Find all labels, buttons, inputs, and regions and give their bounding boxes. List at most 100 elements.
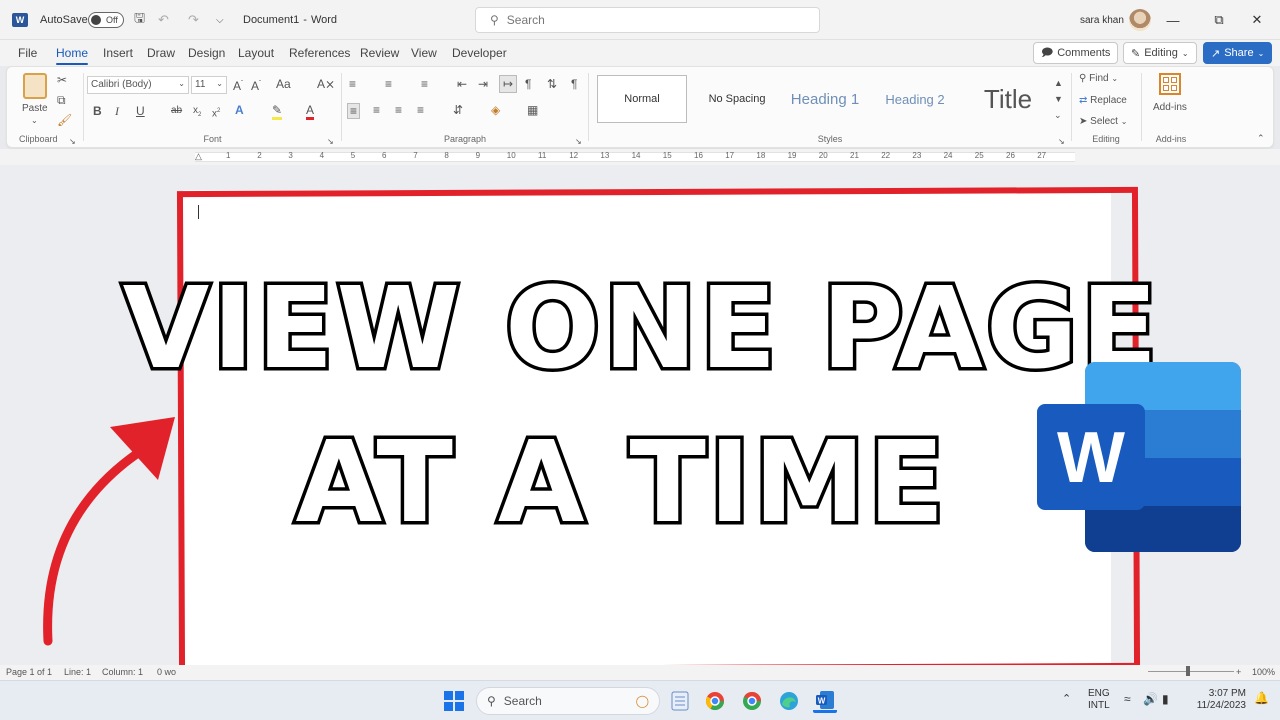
replace-button[interactable]: ⇄ Replace <box>1079 94 1127 108</box>
font-size-select[interactable]: 11 ⌄ <box>191 76 227 94</box>
wifi-icon[interactable]: ≈ <box>1124 693 1131 705</box>
style-heading-1[interactable]: Heading 1 <box>783 75 867 123</box>
chevron-down-icon[interactable]: ⌄ <box>31 114 38 128</box>
style-no-spacing[interactable]: No Spacing <box>695 75 779 123</box>
tab-references[interactable]: References <box>289 46 350 60</box>
grow-font-icon[interactable]: Aˆ <box>233 77 243 93</box>
avatar[interactable] <box>1129 0 1151 40</box>
zoom-slider[interactable] <box>1148 671 1234 672</box>
autosave-toggle[interactable]: Off <box>88 0 124 40</box>
volume-icon[interactable]: 🔊 <box>1143 693 1158 705</box>
styles-scroll-icon[interactable]: ▲ ▼ ⌄ <box>1054 75 1063 123</box>
task-view-icon[interactable] <box>668 689 692 713</box>
sort-icon[interactable]: ⇅ <box>547 77 557 91</box>
style-normal[interactable]: Normal <box>597 75 687 123</box>
comments-button[interactable]: 🗩 Comments <box>1033 42 1119 64</box>
shrink-font-icon[interactable]: Aˇ <box>251 77 261 93</box>
decrease-indent-icon[interactable]: ⇤ <box>457 77 467 91</box>
subscript-icon[interactable]: x2 <box>193 104 201 122</box>
windows-start-icon[interactable] <box>442 689 466 713</box>
italic-icon[interactable]: I <box>115 104 119 118</box>
align-right-icon[interactable]: ≡ <box>395 103 402 117</box>
language-indicator[interactable]: ENG INTL <box>1088 688 1110 712</box>
save-icon[interactable]: 🖫 <box>134 0 145 40</box>
search-placeholder: Search <box>506 13 545 27</box>
tab-design[interactable]: Design <box>188 46 225 60</box>
tab-review[interactable]: Review <box>360 46 399 60</box>
keyboard-layout: INTL <box>1088 700 1110 711</box>
text-effects-icon[interactable]: A <box>235 103 244 117</box>
tab-view[interactable]: View <box>411 46 437 60</box>
close-icon[interactable]: ✕ <box>1234 0 1280 40</box>
word-count[interactable]: 0 wo <box>157 667 176 677</box>
numbering-icon[interactable]: ≡ <box>385 77 392 91</box>
addins-icon[interactable] <box>1159 73 1181 95</box>
change-case-icon[interactable]: Aa <box>276 77 291 91</box>
bullets-icon[interactable]: ≡ <box>349 77 356 91</box>
multilevel-list-icon[interactable]: ≡ <box>421 77 428 91</box>
increase-indent-icon[interactable]: ⇥ <box>478 77 488 91</box>
align-center-icon[interactable]: ≡ <box>373 103 380 117</box>
show-hidden-icons-icon[interactable]: ⌃ <box>1062 693 1071 705</box>
dialog-launcher-icon[interactable]: ↘ <box>575 135 582 149</box>
share-button[interactable]: ↗ Share ⌄ <box>1203 42 1273 64</box>
page-count[interactable]: Page 1 of 1 <box>6 667 52 677</box>
line-spacing-icon[interactable]: ⇵ <box>453 103 463 117</box>
search-input[interactable]: ⚲ Search <box>475 7 820 33</box>
dialog-launcher-icon[interactable]: ↘ <box>327 135 334 149</box>
tab-insert[interactable]: Insert <box>103 46 133 60</box>
ruler-number: 3 <box>288 151 293 160</box>
addins-button-label[interactable]: Add-ins <box>1153 101 1187 115</box>
chrome-dev-icon[interactable] <box>740 689 764 713</box>
battery-icon[interactable]: ▮ <box>1162 693 1169 705</box>
ruler-number: 22 <box>881 151 891 160</box>
style-title[interactable]: Title <box>962 75 1054 123</box>
tab-file[interactable]: File <box>18 46 37 60</box>
paste-icon[interactable] <box>23 73 47 99</box>
indent-marker-icon[interactable]: △ <box>195 149 202 163</box>
borders-icon[interactable]: ▦ <box>527 103 538 117</box>
notifications-bell-icon[interactable]: 🔔 <box>1254 692 1269 704</box>
clear-formatting-icon[interactable]: A⨯ <box>317 77 335 91</box>
chrome-icon[interactable] <box>703 689 727 713</box>
justify-icon[interactable]: ≡ <box>417 103 424 117</box>
tab-layout[interactable]: Layout <box>238 46 274 60</box>
font-color-icon[interactable]: A <box>306 103 315 120</box>
comments-label: Comments <box>1057 47 1111 59</box>
zoom-in-icon[interactable]: + <box>1236 667 1241 677</box>
word-taskbar-icon[interactable]: W <box>813 689 837 713</box>
strikethrough-icon[interactable]: ab <box>171 104 182 118</box>
editing-mode-button[interactable]: ✎ Editing ⌄ <box>1123 42 1197 64</box>
taskbar-search-input[interactable]: ⚲ Search ◯ <box>476 687 660 715</box>
undo-icon[interactable]: ↶ <box>158 0 169 40</box>
select-button[interactable]: ➤ Select ⌄ <box>1079 115 1127 129</box>
find-button[interactable]: ⚲ Find ⌄ <box>1079 72 1118 86</box>
tab-home[interactable]: Home <box>56 46 89 65</box>
tab-developer[interactable]: Developer <box>452 46 507 60</box>
zoom-level[interactable]: 100% <box>1252 667 1275 677</box>
ltr-icon[interactable]: ¶ <box>525 77 531 91</box>
redo-icon[interactable]: ↷ <box>188 0 199 40</box>
format-painter-icon[interactable]: 🖌 <box>57 113 72 127</box>
dialog-launcher-icon[interactable]: ↘ <box>69 135 76 149</box>
align-left-icon[interactable]: ≡ <box>347 103 361 119</box>
edge-icon[interactable] <box>777 689 801 713</box>
clock[interactable]: 3:07 PM 11/24/2023 <box>1190 688 1246 712</box>
copy-icon[interactable]: ⧉ <box>57 93 66 107</box>
style-heading-2[interactable]: Heading 2 <box>873 75 957 123</box>
minimize-icon[interactable]: — <box>1150 0 1196 40</box>
quick-access-more-icon[interactable]: ⌵ <box>216 0 224 40</box>
font-family-select[interactable]: Calibri (Body) ⌄ <box>87 76 189 94</box>
show-marks-icon[interactable]: ¶ <box>571 77 577 91</box>
collapse-ribbon-icon[interactable]: ⌃ <box>1257 131 1265 145</box>
shading-icon[interactable]: ◈ <box>491 103 500 117</box>
cut-icon[interactable]: ✂ <box>57 73 67 87</box>
superscript-icon[interactable]: x2 <box>212 104 220 121</box>
zoom-slider-thumb[interactable] <box>1186 666 1190 676</box>
bold-icon[interactable]: B <box>93 104 102 118</box>
tab-draw[interactable]: Draw <box>147 46 175 60</box>
text-direction-icon[interactable]: ↦ <box>499 75 518 93</box>
highlight-icon[interactable]: ✎ <box>272 103 283 120</box>
dialog-launcher-icon[interactable]: ↘ <box>1058 135 1065 149</box>
underline-icon[interactable]: U <box>136 104 145 118</box>
